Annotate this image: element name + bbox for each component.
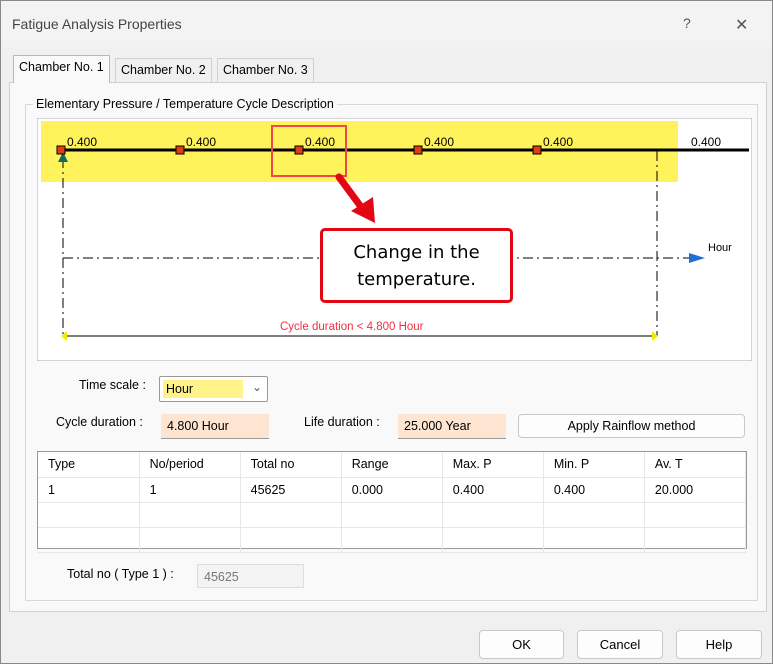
- life-duration-label: Life duration :: [304, 415, 380, 429]
- cycle-table: Type No/period Total no Range Max. P Min…: [37, 451, 747, 553]
- column-header[interactable]: No/period: [139, 452, 241, 478]
- callout-note: Change in the temperature.: [320, 228, 513, 303]
- tab-chamber-3[interactable]: Chamber No. 3: [217, 58, 314, 82]
- total-no-field: 45625: [197, 564, 304, 588]
- cycle-duration-field-label: Cycle duration :: [56, 415, 143, 429]
- column-header[interactable]: Min. P: [543, 452, 645, 478]
- tab-chamber-2[interactable]: Chamber No. 2: [115, 58, 212, 82]
- point-label: 0.400: [186, 135, 217, 149]
- help-button[interactable]: Help: [676, 630, 762, 659]
- point-label: 0.400: [691, 135, 722, 149]
- life-duration-field[interactable]: 25.000 Year: [398, 414, 506, 439]
- title-bar: Fatigue Analysis Properties ? ✕: [1, 1, 772, 47]
- cell: 0.400: [543, 477, 645, 503]
- highlight-box: [271, 125, 347, 177]
- ok-button[interactable]: OK: [479, 630, 564, 659]
- cell: 0.000: [341, 477, 443, 503]
- table-row[interactable]: 1 1 45625 0.000 0.400 0.400 20.000: [38, 477, 747, 503]
- fatigue-dialog: Fatigue Analysis Properties ? ✕ Chamber …: [0, 0, 773, 664]
- point-label: 0.400: [424, 135, 455, 149]
- chevron-down-icon: ⌄: [252, 380, 263, 394]
- point-label: 0.400: [543, 135, 574, 149]
- table-row-empty: [38, 502, 747, 528]
- column-header[interactable]: Av. T: [644, 452, 747, 478]
- time-scale-label: Time scale :: [79, 378, 146, 392]
- window-title: Fatigue Analysis Properties: [12, 16, 182, 32]
- cycle-duration-field[interactable]: 4.800 Hour: [161, 414, 269, 439]
- cycle-duration-label: Cycle duration < 4.800 Hour: [280, 321, 424, 333]
- callout-arrow-icon: [335, 173, 375, 223]
- column-header[interactable]: Type: [38, 452, 140, 478]
- column-header[interactable]: Range: [341, 452, 443, 478]
- apply-rainflow-button[interactable]: Apply Rainflow method: [518, 414, 745, 438]
- cell: 45625: [240, 477, 342, 503]
- close-icon[interactable]: ✕: [735, 15, 748, 35]
- cancel-button[interactable]: Cancel: [577, 630, 663, 659]
- tab-chamber-1[interactable]: Chamber No. 1: [13, 55, 110, 83]
- cell: 0.400: [442, 477, 544, 503]
- cell: 1: [139, 477, 241, 503]
- axis-unit-label: Hour: [708, 242, 732, 254]
- cell: 20.000: [644, 477, 747, 503]
- cell: 1: [38, 477, 140, 503]
- group-title: Elementary Pressure / Temperature Cycle …: [33, 97, 337, 111]
- column-header[interactable]: Total no: [240, 452, 342, 478]
- time-scale-select[interactable]: Hour ⌄: [159, 376, 268, 402]
- table-header-row: Type No/period Total no Range Max. P Min…: [38, 452, 747, 478]
- help-icon[interactable]: ?: [683, 15, 691, 31]
- table-row-empty: [38, 527, 747, 553]
- total-no-label: Total no ( Type 1 ) :: [67, 567, 174, 581]
- time-scale-value: Hour: [163, 380, 243, 398]
- column-header[interactable]: Max. P: [442, 452, 544, 478]
- point-label: 0.400: [67, 135, 98, 149]
